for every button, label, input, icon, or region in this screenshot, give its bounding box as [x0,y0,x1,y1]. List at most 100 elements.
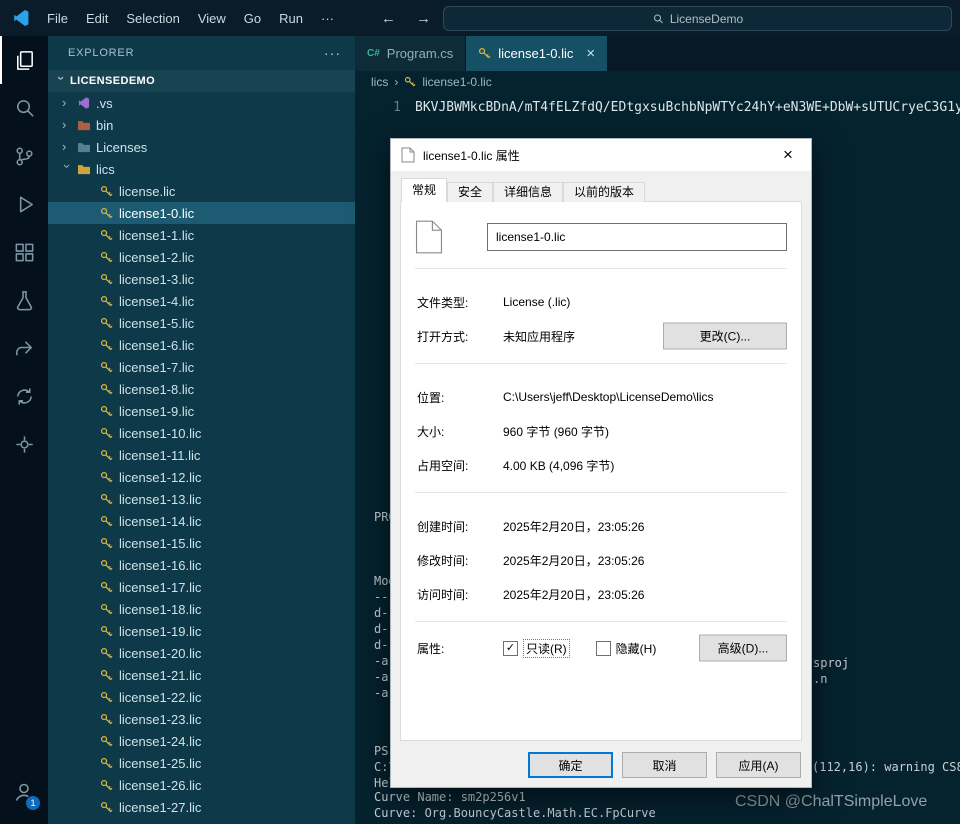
dialog-close-icon[interactable]: × [773,145,803,165]
dialog-title: license1-0.lic 属性 [423,148,520,163]
folder-lics[interactable]: › lics [48,158,355,180]
dialog-tab-general[interactable]: 常规 [401,178,448,202]
filename-input[interactable] [487,223,787,251]
root-folder-row[interactable]: › LICENSEDEMO [48,70,355,92]
activity-extensions[interactable] [0,228,48,276]
file-license1-9-lic[interactable]: license1-9.lic [48,400,355,422]
key-icon [100,625,113,638]
property-value: 2025年2月20日，23:05:26 [503,519,645,534]
key-icon [100,295,113,308]
forward-arrow-icon[interactable]: → [416,10,431,27]
checkbox-icon[interactable] [595,640,611,656]
menu-edit[interactable]: Edit [77,11,117,26]
chevron-down-icon: › [54,76,69,81]
file-license1-4-lic[interactable]: license1-4.lic [48,290,355,312]
file-label: license1-19.lic [119,623,202,639]
file-license1-3-lic[interactable]: license1-3.lic [48,268,355,290]
activity-run-debug[interactable] [0,180,48,228]
file-license1-11-lic[interactable]: license1-11.lic [48,444,355,466]
file-license1-21-lic[interactable]: license1-21.lic [48,664,355,686]
file-label: license1-8.lic [119,381,195,397]
activity-remote[interactable] [0,324,48,372]
file-label: license1-2.lic [119,249,195,265]
readonly-checkbox[interactable]: ✓ 只读(R) [503,638,570,658]
menu-go[interactable]: Go [235,11,270,26]
folder-label: .vs [96,95,113,111]
key-icon [100,383,113,396]
menu-file[interactable]: File [38,11,77,26]
breadcrumb-file[interactable]: license1-0.lic [422,75,491,89]
file-license1-5-lic[interactable]: license1-5.lic [48,312,355,334]
file-license1-7-lic[interactable]: license1-7.lic [48,356,355,378]
folder-vs[interactable]: › .vs [48,92,355,114]
file-label: license1-18.lic [119,601,202,617]
activity-testing[interactable] [0,276,48,324]
dialog-tab-security[interactable]: 安全 [447,182,494,202]
property-value: License (.lic) [503,295,571,309]
dialog-page: 文件类型: License (.lic) 打开方式: 未知应用程序 更改(C)... 位置… [400,201,802,741]
file-license1-0-lic[interactable]: license1-0.lic [48,202,355,224]
command-center-search[interactable]: LicenseDemo [443,6,952,31]
menu-more[interactable]: ··· [312,11,343,26]
file-license1-19-lic[interactable]: license1-19.lic [48,620,355,642]
activity-plugin[interactable] [0,420,48,468]
file-license1-22-lic[interactable]: license1-22.lic [48,686,355,708]
file-license1-12-lic[interactable]: license1-12.lic [48,466,355,488]
file-license1-8-lic[interactable]: license1-8.lic [48,378,355,400]
change-button[interactable]: 更改(C)... [663,322,787,350]
file-license1-6-lic[interactable]: license1-6.lic [48,334,355,356]
file-license1-2-lic[interactable]: license1-2.lic [48,246,355,268]
apply-button[interactable]: 应用(A) [716,752,801,778]
activity-sync[interactable] [0,372,48,420]
file-license1-10-lic[interactable]: license1-10.lic [48,422,355,444]
section-separator [415,492,787,493]
file-license1-27-lic[interactable]: license1-27.lic [48,796,355,818]
key-icon [100,251,113,264]
file-license1-23-lic[interactable]: license1-23.lic [48,708,355,730]
advanced-button[interactable]: 高级(D)... [699,634,787,662]
file-license1-17-lic[interactable]: license1-17.lic [48,576,355,598]
hidden-checkbox[interactable]: 隐藏(H) [595,640,656,657]
activity-account[interactable]: 1 [0,768,48,816]
explorer-actions-icon[interactable]: ··· [324,45,341,61]
property-value: 未知应用程序 [503,329,576,344]
folder-bin[interactable]: › bin [48,114,355,136]
nav-arrows: ← → [381,10,431,27]
property-label: 修改时间: [417,553,469,568]
document-icon [415,220,487,254]
file-license1-25-lic[interactable]: license1-25.lic [48,752,355,774]
file-license1-15-lic[interactable]: license1-15.lic [48,532,355,554]
tab-program-cs[interactable]: C# Program.cs [355,36,467,71]
tab-license1-0-lic[interactable]: license1-0.lic × [466,36,609,71]
breadcrumb-folder[interactable]: lics [371,75,388,89]
file-license1-20-lic[interactable]: license1-20.lic [48,642,355,664]
search-icon [652,13,664,25]
checkbox-icon[interactable]: ✓ [503,640,518,656]
file-license1-18-lic[interactable]: license1-18.lic [48,598,355,620]
attributes-row: 属性: ✓ 只读(R) 隐藏(H) 高级(D)... [401,628,801,668]
file-license1-26-lic[interactable]: license1-26.lic [48,774,355,796]
activity-explorer[interactable] [0,36,48,84]
file-license1-24-lic[interactable]: license1-24.lic [48,730,355,752]
menu-selection[interactable]: Selection [117,11,188,26]
activity-search[interactable] [0,84,48,132]
file-license-lic[interactable]: license.lic [48,180,355,202]
file-license1-1-lic[interactable]: license1-1.lic [48,224,355,246]
file-license1-14-lic[interactable]: license1-14.lic [48,510,355,532]
menu-run[interactable]: Run [270,11,312,26]
file-license1-16-lic[interactable]: license1-16.lic [48,554,355,576]
dialog-tab-previous-versions[interactable]: 以前的版本 [563,182,646,202]
ok-button[interactable]: 确定 [528,752,613,778]
properties-dialog: license1-0.lic 属性 × 常规安全详细信息以前的版本 文件类型: L… [390,138,812,788]
activity-source-control[interactable] [0,132,48,180]
property-section: 位置: C:\Users\jeff\Desktop\LicenseDemo\lic… [401,370,801,486]
menu-view[interactable]: View [189,11,235,26]
folder-licenses[interactable]: › Licenses [48,136,355,158]
key-icon [100,735,113,748]
property-label: 创建时间: [417,519,469,534]
close-icon[interactable]: × [586,45,595,62]
cancel-button[interactable]: 取消 [622,752,707,778]
back-arrow-icon[interactable]: ← [381,10,396,27]
file-license1-13-lic[interactable]: license1-13.lic [48,488,355,510]
dialog-tab-details[interactable]: 详细信息 [493,182,564,202]
